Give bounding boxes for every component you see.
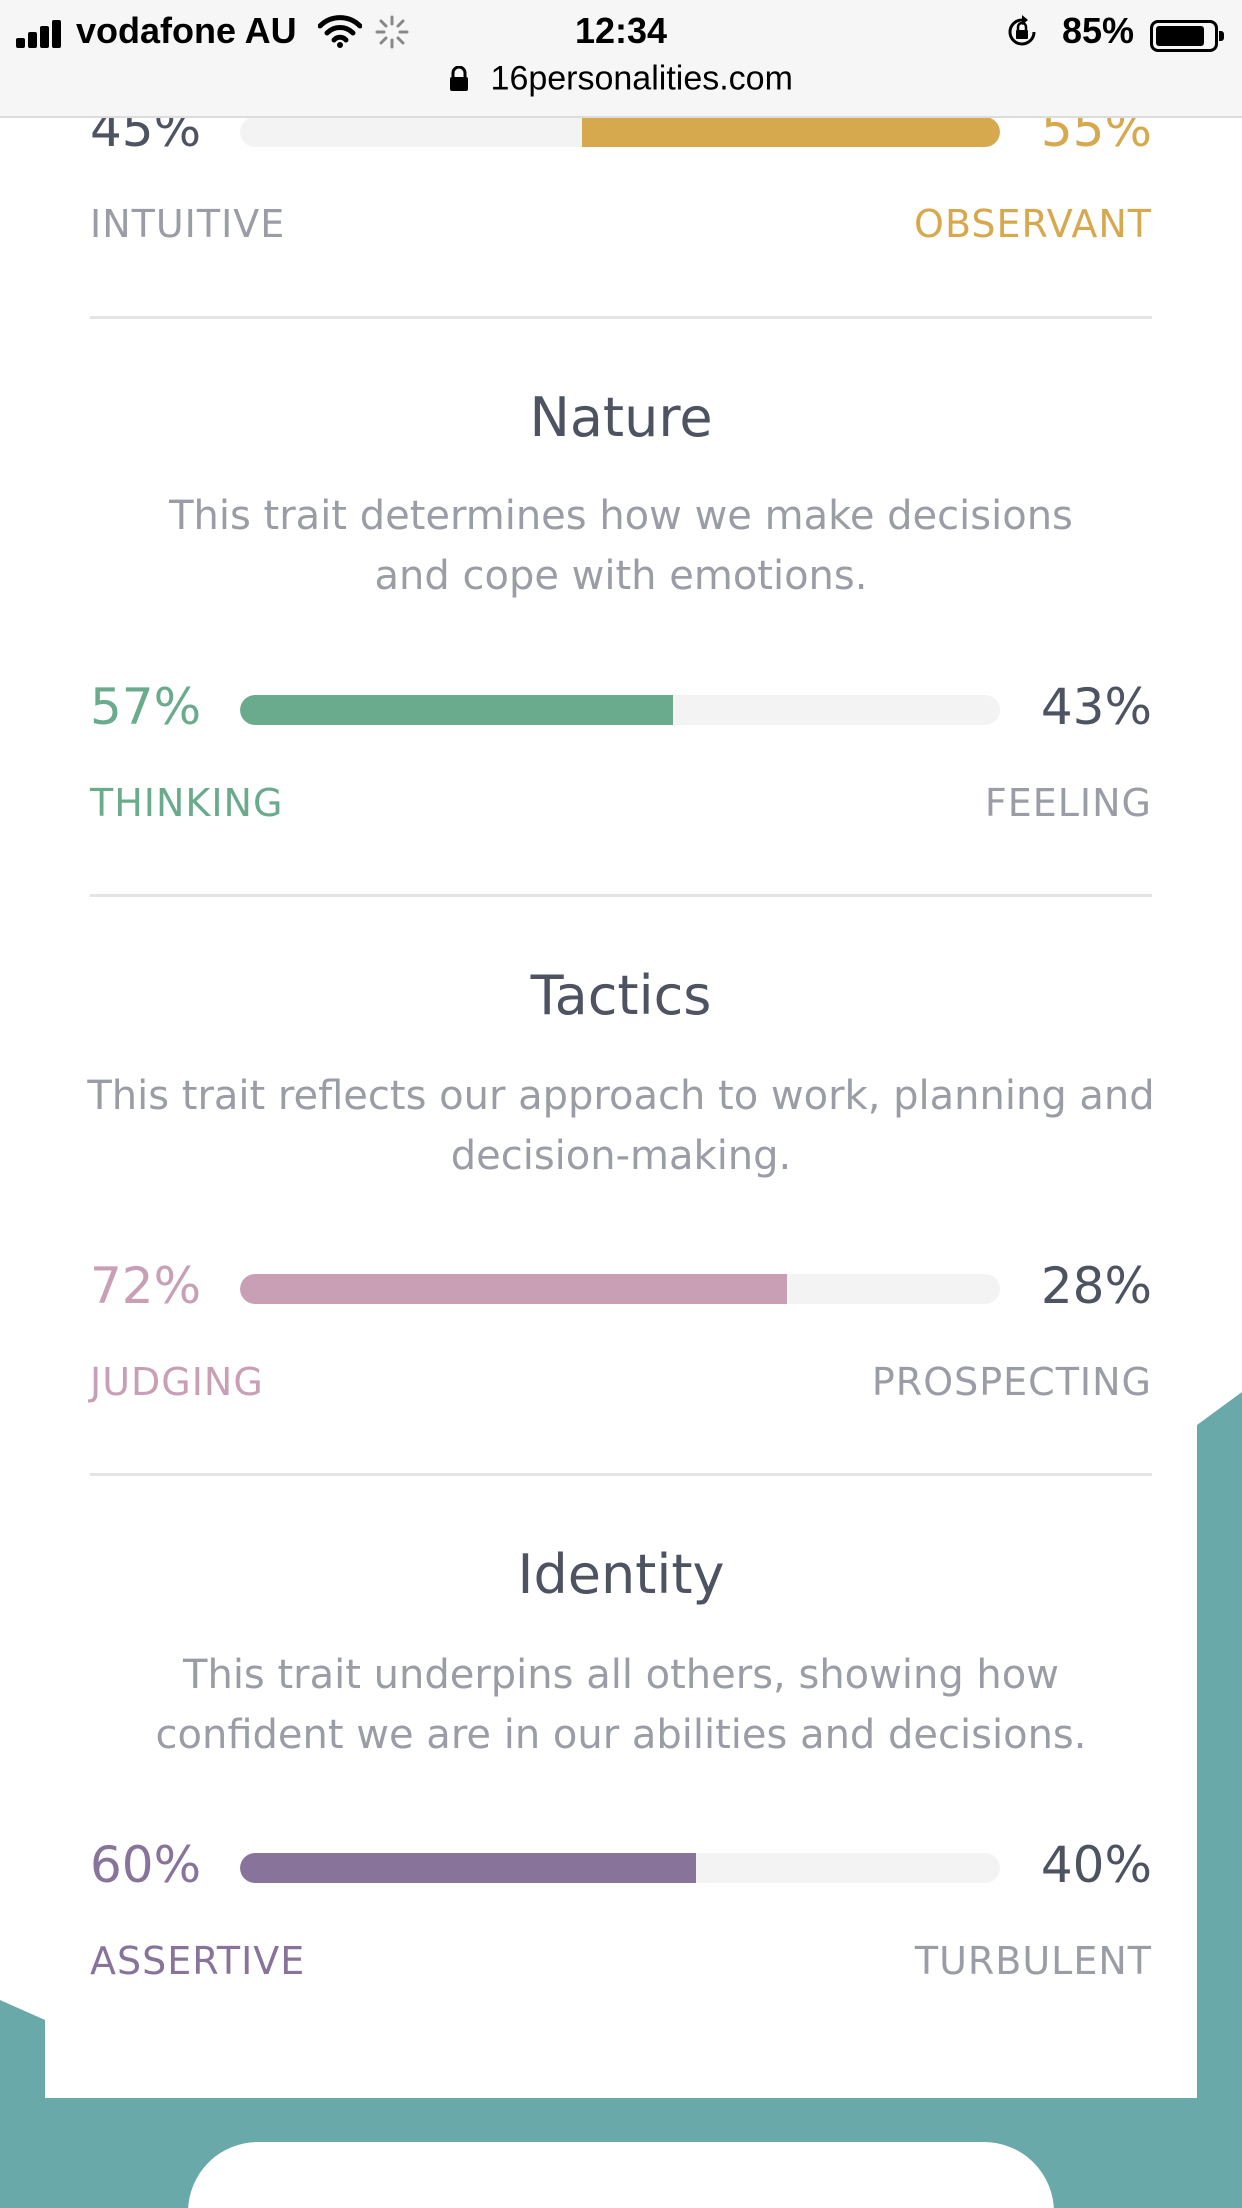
status-time: 12:34 (574, 10, 668, 51)
nature-left-label: THINKING (90, 781, 284, 825)
nature-right-label: FEELING (984, 781, 1152, 825)
nature-right-percent: 43% (1040, 678, 1152, 736)
nature-description: This trait determines how we make decisi… (169, 493, 1073, 599)
identity-right-percent: 40% (1040, 1836, 1152, 1894)
identity-description: This trait underpins all others, showing… (155, 1652, 1087, 1758)
battery-icon (1150, 20, 1224, 52)
tactics-right-percent: 28% (1040, 1257, 1152, 1315)
tactics-right-label: PROSPECTING (871, 1360, 1152, 1404)
identity-progress-fill (240, 1853, 696, 1883)
tactics-title: Tactics (530, 964, 712, 1027)
nature-progress-bar (240, 695, 1000, 725)
tactics-left-percent: 72% (90, 1257, 202, 1315)
nature-title: Nature (529, 386, 713, 449)
nature-left-percent: 57% (90, 678, 202, 736)
section-divider (90, 894, 1152, 897)
energy-progress-bar (240, 117, 1000, 147)
padlock-icon (450, 66, 469, 92)
tactics-left-label: JUDGING (90, 1360, 264, 1404)
energy-left-label: INTUITIVE (90, 202, 286, 246)
tactics-description: This trait reflects our approach to work… (87, 1073, 1155, 1179)
identity-left-label: ASSERTIVE (90, 1939, 306, 1983)
tactics-progress-fill (240, 1274, 788, 1304)
nature-progress-fill (240, 695, 674, 725)
trait-results-card: 45% 55% INTUITIVE OBSERVANT Nature This … (45, 0, 1197, 2098)
identity-title: Identity (517, 1543, 725, 1606)
identity-progress-bar (240, 1853, 1000, 1883)
identity-left-percent: 60% (90, 1836, 202, 1894)
section-divider (90, 1473, 1152, 1476)
address-bar[interactable]: 16personalities.com (0, 58, 1242, 102)
browser-status-bar: vodafone AU 12:34 85% 16personalities.co… (0, 0, 1242, 118)
next-section-panel[interactable] (188, 2142, 1054, 2208)
tactics-progress-bar (240, 1274, 1000, 1304)
rotation-lock-icon (1008, 15, 1036, 46)
identity-right-label: TURBULENT (914, 1939, 1152, 1983)
url-text: 16personalities.com (490, 59, 793, 98)
energy-right-label: OBSERVANT (914, 202, 1152, 246)
battery-percent: 85% (1062, 10, 1135, 51)
section-divider (90, 316, 1152, 319)
energy-progress-fill (582, 117, 1000, 147)
